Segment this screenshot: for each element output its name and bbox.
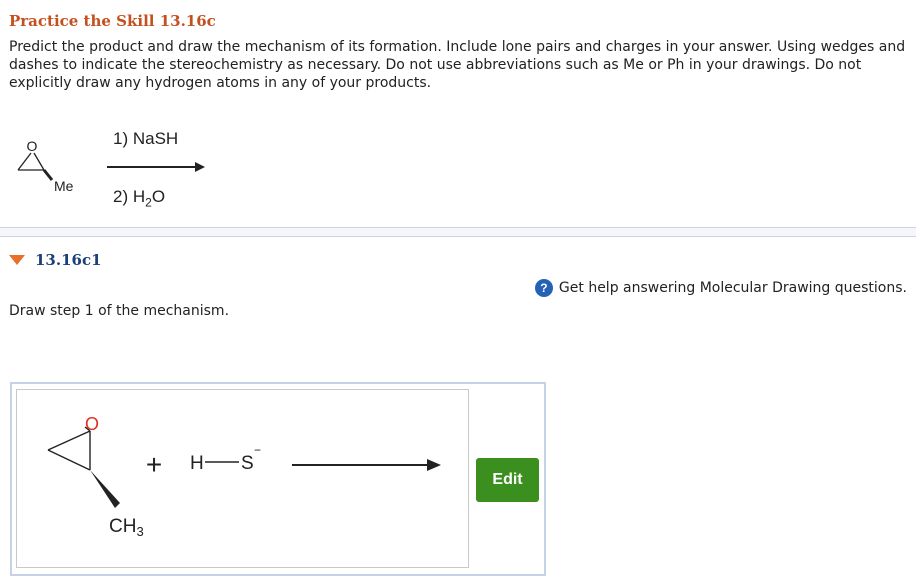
molecule-drawing-canvas[interactable]: O CH3 + H S −: [16, 389, 469, 568]
section-divider: [0, 227, 916, 237]
collapse-triangle-icon[interactable]: [9, 255, 25, 265]
epoxide-ring-bond: [17, 152, 32, 171]
subpart-header[interactable]: 13.16c1: [9, 251, 102, 269]
methyl-wedge-bond: [42, 169, 54, 181]
subpart-title: 13.16c1: [35, 251, 102, 269]
question-prompt: Draw step 1 of the mechanism.: [9, 303, 230, 319]
ch3-main: CH: [109, 516, 136, 537]
reaction-arrow: [107, 166, 197, 168]
plus-sign: +: [146, 449, 162, 480]
epoxide-structure: O Me: [17, 138, 74, 194]
methyl-label: Me: [54, 178, 74, 194]
reagent-step-2: 2) H2O: [113, 187, 165, 209]
edit-button[interactable]: Edit: [476, 458, 539, 502]
help-link-text[interactable]: Get help answering Molecular Drawing que…: [559, 280, 907, 296]
mechanism-arrow-head: [427, 459, 441, 471]
reagent-step-2-subscript: 2: [145, 195, 152, 210]
ch3-subscript: 3: [136, 524, 143, 539]
reagent-step-2-text: 2) H: [113, 187, 146, 206]
reagent-step-1: 1) NaSH: [113, 129, 179, 148]
epoxide-oxygen-label: O: [27, 138, 38, 154]
negative-charge: −: [254, 443, 261, 457]
instructions-text: Predict the product and draw the mechani…: [9, 39, 906, 91]
hydrogen-atom: H: [190, 453, 204, 474]
ring-bond: [47, 449, 91, 471]
reaction-arrow-head: [195, 162, 205, 172]
reaction-scheme: O Me 1) NaSH 2) H2O: [0, 118, 916, 228]
drawing-answer-area[interactable]: O CH3 + H S −: [10, 382, 546, 576]
sulfur-atom: S: [241, 453, 254, 474]
reagent-step-2-suffix: O: [151, 187, 166, 206]
epoxide-oxygen-atom: O: [85, 414, 99, 434]
help-link[interactable]: ? Get help answering Molecular Drawing q…: [534, 279, 907, 297]
page-title: Practice the Skill 13.16c: [9, 12, 216, 30]
methyl-wedge: [90, 470, 120, 508]
help-question-icon[interactable]: ?: [534, 279, 553, 297]
ch3-label: CH3: [109, 516, 144, 539]
mechanism-drawing: O CH3 + H S −: [47, 414, 441, 539]
ring-bond: [47, 430, 91, 451]
epoxide-ring-bond: [33, 152, 45, 171]
